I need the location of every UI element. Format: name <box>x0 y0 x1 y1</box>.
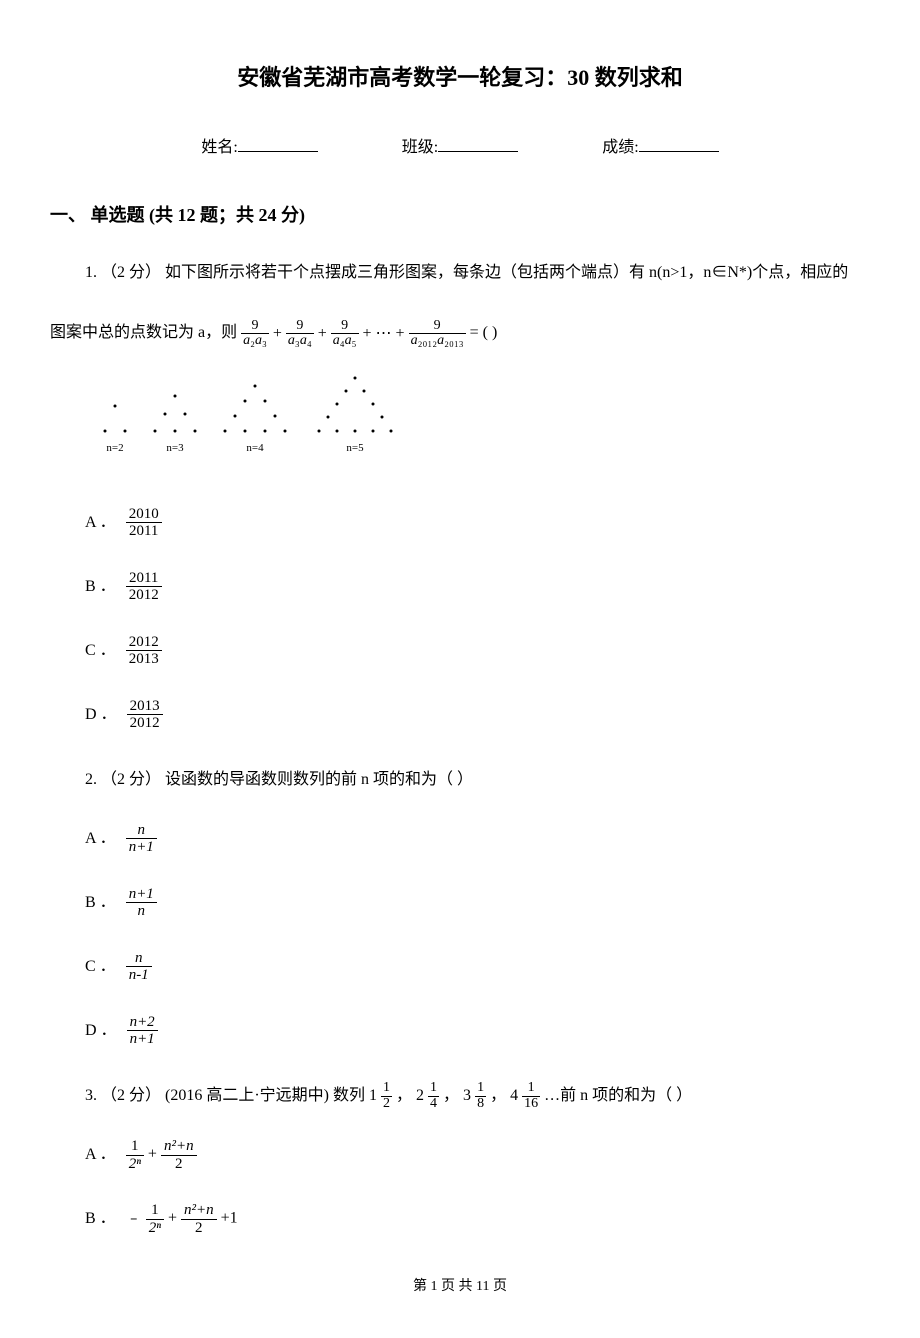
q3-c2: ， 3 <box>443 1087 475 1104</box>
q1-num: 1. <box>85 264 97 281</box>
q2-option-a: A ． nn+1 <box>50 822 870 856</box>
q3-num: 3. <box>85 1087 97 1104</box>
q3-text-a: 数列 1 <box>333 1087 377 1104</box>
score-label: 成绩: <box>602 135 638 161</box>
section-1-header: 一、 单选题 (共 12 题；共 24 分) <box>50 201 870 230</box>
svg-text:n=3: n=3 <box>166 442 184 454</box>
svg-text:n=5: n=5 <box>346 442 364 454</box>
option-label: C ． <box>85 643 116 659</box>
page-title: 安徽省芜湖市高考数学一轮复习：30 数列求和 <box>50 60 870 95</box>
svg-text:n=2: n=2 <box>106 442 123 454</box>
option-label: B ． <box>85 895 116 911</box>
q3-source: (2016 高二上·宁远期中) <box>165 1087 329 1104</box>
option-label: A ． <box>85 831 116 847</box>
option-label: A ． <box>85 515 116 531</box>
q3-option-b: B ． ﹣ 12ⁿ + n²+n2 +1 <box>50 1202 870 1236</box>
q1-option-c: C ． 20122013 <box>50 634 870 668</box>
option-label: A ． <box>85 1147 116 1163</box>
q3-c1: ， 2 <box>396 1087 428 1104</box>
q1-equation: 9a₂a₃ + 9a₃a₄ + 9a₄a₅ + ⋯ + 9a₂₀₁₂a₂₀₁₃ <box>241 325 470 342</box>
q1-text-a: 如下图所示将若干个点摆成三角形图案，每条边（包括两个端点）有 n(n>1，n∈N… <box>165 264 848 281</box>
q2-option-c: C ． nn-1 <box>50 950 870 984</box>
class-blank <box>438 136 518 152</box>
q3-option-a: A ． 12ⁿ + n²+n2 <box>50 1138 870 1172</box>
option-label: D ． <box>85 707 117 723</box>
plus: + <box>168 1210 181 1227</box>
svg-text:n=4: n=4 <box>246 442 264 454</box>
page-footer: 第 1 页 共 11 页 <box>50 1276 870 1298</box>
question-2: 2. （2 分） 设函数的导函数则数列的前 n 项的和为（ ） <box>50 762 870 797</box>
q2-option-d: D ． n+2n+1 <box>50 1014 870 1048</box>
q2-option-b: B ． n+1n <box>50 886 870 920</box>
name-blank <box>238 136 318 152</box>
question-1-cont: 图案中总的点数记为 a，则 9a₂a₃ + 9a₃a₄ + 9a₄a₅ + ⋯ … <box>50 315 870 351</box>
q1-points: （2 分） <box>101 264 161 281</box>
q3b-suffix: +1 <box>221 1210 238 1227</box>
q3-tail: …前 n 项的和为（ ） <box>544 1087 692 1104</box>
triangle-diagram: n=2 n=3 n=4 n=5 <box>50 376 870 476</box>
q1-text-b: 图案中总的点数记为 a，则 <box>50 324 237 341</box>
info-row: 姓名: 班级: 成绩: <box>50 135 870 161</box>
q3-points: （2 分） <box>101 1087 161 1104</box>
option-label: C ． <box>85 959 116 975</box>
q2-points: （2 分） <box>101 771 161 788</box>
q1-option-a: A ． 20102011 <box>50 506 870 540</box>
question-3: 3. （2 分） (2016 高二上·宁远期中) 数列 1 12 ， 2 14 … <box>50 1078 870 1113</box>
plus: + <box>148 1146 161 1163</box>
option-label: B ． <box>85 1211 116 1227</box>
q1-option-d: D ． 20132012 <box>50 698 870 732</box>
option-label: D ． <box>85 1023 117 1039</box>
q2-text: 设函数的导函数则数列的前 n 项的和为（ ） <box>165 771 473 788</box>
option-label: B ． <box>85 579 116 595</box>
question-1: 1. （2 分） 如下图所示将若干个点摆成三角形图案，每条边（包括两个端点）有 … <box>50 255 870 290</box>
score-blank <box>639 136 719 152</box>
q3b-prefix: ﹣ <box>126 1210 146 1227</box>
q1-option-b: B ． 20112012 <box>50 570 870 604</box>
name-label: 姓名: <box>201 135 237 161</box>
q1-eq-tail: = ( ) <box>470 324 498 341</box>
q3-c3: ， 4 <box>490 1087 522 1104</box>
q2-num: 2. <box>85 771 97 788</box>
class-label: 班级: <box>402 135 438 161</box>
